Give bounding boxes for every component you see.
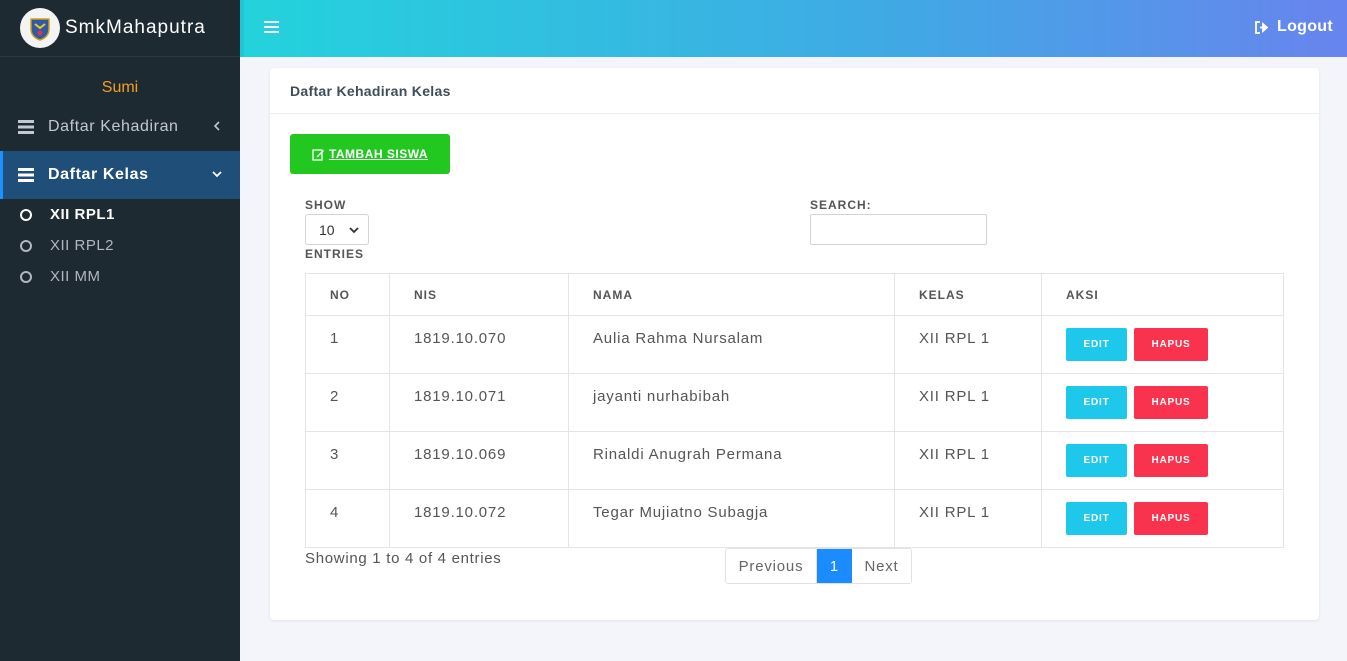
delete-button[interactable]: HAPUS (1133, 328, 1208, 361)
edit-button[interactable]: EDIT (1066, 386, 1127, 419)
edit-button[interactable]: EDIT (1066, 444, 1127, 477)
column-header-no[interactable]: NO (305, 273, 390, 316)
cell-nis: 1819.10.071 (389, 373, 569, 432)
cell-kelas: XII RPL 1 (894, 489, 1042, 548)
content-card: Daftar Kehadiran Kelas TAMBAH SISWA SHOW… (270, 68, 1319, 620)
sidebar-subitem-label: XII RPL2 (50, 237, 115, 254)
list-icon (18, 168, 34, 182)
students-table: NO NIS NAMA KELAS AKSI 1 1819.10.070 Aul… (305, 273, 1284, 548)
card-title: Daftar Kehadiran Kelas (270, 68, 1319, 114)
table-row: 1 1819.10.070 Aulia Rahma Nursalam XII R… (305, 315, 1284, 374)
cell-nama: Rinaldi Anugrah Permana (568, 431, 895, 490)
cell-nama: Tegar Mujiatno Subagja (568, 489, 895, 548)
sign-out-icon (1255, 20, 1269, 34)
sidebar-item-label: Daftar Kelas (48, 166, 149, 183)
brand-name: SmkMahaputra (65, 17, 206, 38)
logout-button[interactable]: Logout (1255, 18, 1333, 36)
cell-nis: 1819.10.069 (389, 431, 569, 490)
table-row: 4 1819.10.072 Tegar Mujiatno Subagja XII… (305, 489, 1284, 548)
cell-no: 4 (305, 489, 390, 548)
brand[interactable]: SmkMahaputra (0, 0, 240, 57)
entries-info: Showing 1 to 4 of 4 entries (305, 550, 502, 567)
cell-nis: 1819.10.072 (389, 489, 569, 548)
list-icon (18, 120, 34, 134)
chevron-down-icon (349, 227, 359, 234)
search-label: SEARCH: (810, 198, 872, 212)
cell-nama: jayanti nurhabibah (568, 373, 895, 432)
column-header-aksi[interactable]: AKSI (1041, 273, 1284, 316)
search-input[interactable] (810, 214, 987, 245)
sidebar-submenu: XII RPL1 XII RPL2 XII MM (0, 199, 240, 292)
delete-button[interactable]: HAPUS (1133, 386, 1208, 419)
sidebar: SmkMahaputra Sumi Daftar Kehadiran Dafta… (0, 0, 240, 661)
delete-button[interactable]: HAPUS (1133, 444, 1208, 477)
cell-kelas: XII RPL 1 (894, 315, 1042, 374)
add-student-button[interactable]: TAMBAH SISWA (290, 134, 450, 174)
cell-aksi: EDIT HAPUS (1041, 315, 1284, 374)
cell-no: 2 (305, 373, 390, 432)
cell-kelas: XII RPL 1 (894, 431, 1042, 490)
page-size-select[interactable]: 10 (305, 214, 369, 245)
column-header-nama[interactable]: NAMA (568, 273, 895, 316)
sidebar-subitem-xii-mm[interactable]: XII MM (0, 261, 240, 292)
page-button-1[interactable]: 1 (817, 549, 852, 583)
circle-icon (20, 208, 32, 221)
entries-label: ENTRIES (305, 247, 365, 261)
table-row: 2 1819.10.071 jayanti nurhabibah XII RPL… (305, 373, 1284, 432)
sidebar-subitem-label: XII MM (50, 268, 101, 285)
user-name: Sumi (101, 79, 139, 96)
table-header-row: NO NIS NAMA KELAS AKSI (305, 273, 1284, 316)
edit-icon (312, 148, 324, 161)
chevron-down-icon (212, 171, 222, 178)
add-student-label: TAMBAH SISWA (328, 147, 429, 161)
delete-button[interactable]: HAPUS (1133, 502, 1208, 535)
column-header-nis[interactable]: NIS (389, 273, 569, 316)
cell-kelas: XII RPL 1 (894, 373, 1042, 432)
sidebar-subitem-xii-rpl1[interactable]: XII RPL1 (0, 199, 240, 230)
sidebar-item-label: Daftar Kehadiran (48, 118, 179, 135)
circle-icon (20, 239, 32, 252)
cell-aksi: EDIT HAPUS (1041, 431, 1284, 490)
show-label: SHOW (305, 198, 347, 212)
cell-no: 1 (305, 315, 390, 374)
edit-button[interactable]: EDIT (1066, 502, 1127, 535)
school-emblem-icon (20, 8, 60, 48)
sidebar-item-daftar-kehadiran[interactable]: Daftar Kehadiran (0, 103, 240, 151)
page-size-value: 10 (319, 221, 335, 238)
previous-page-button[interactable]: Previous (726, 549, 817, 583)
sidebar-subitem-label: XII RPL1 (50, 206, 115, 223)
column-header-kelas[interactable]: KELAS (894, 273, 1042, 316)
table-row: 3 1819.10.069 Rinaldi Anugrah Permana XI… (305, 431, 1284, 490)
top-navbar: Logout (240, 0, 1347, 57)
chevron-left-icon (213, 121, 220, 131)
cell-nama: Aulia Rahma Nursalam (568, 315, 895, 374)
next-page-button[interactable]: Next (852, 549, 911, 583)
logout-label: Logout (1277, 18, 1333, 35)
cell-aksi: EDIT HAPUS (1041, 489, 1284, 548)
cell-nis: 1819.10.070 (389, 315, 569, 374)
cell-no: 3 (305, 431, 390, 490)
edit-button[interactable]: EDIT (1066, 328, 1127, 361)
hamburger-icon[interactable] (264, 20, 280, 34)
pagination: Previous 1 Next (725, 548, 912, 584)
sidebar-item-daftar-kelas[interactable]: Daftar Kelas (0, 151, 240, 199)
sidebar-subitem-xii-rpl2[interactable]: XII RPL2 (0, 230, 240, 261)
cell-aksi: EDIT HAPUS (1041, 373, 1284, 432)
circle-icon (20, 270, 32, 283)
